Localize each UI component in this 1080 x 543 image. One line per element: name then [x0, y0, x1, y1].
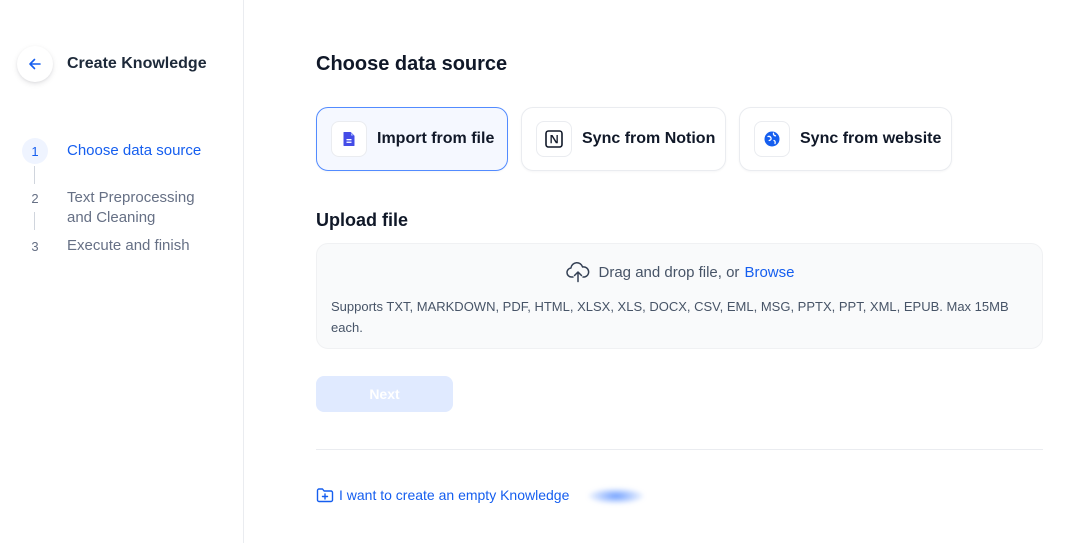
next-button[interactable]: Next — [316, 376, 453, 412]
step-text-preprocessing: 2 Text Preprocessing and Cleaning — [22, 185, 217, 228]
sidebar-title: Create Knowledge — [67, 55, 207, 72]
step-label: Text Preprocessing and Cleaning — [67, 189, 195, 226]
source-label: Sync from website — [800, 130, 942, 147]
step-execute-finish: 3 Execute and finish — [22, 233, 217, 259]
supported-formats-text: Supports TXT, MARKDOWN, PDF, HTML, XLSX,… — [331, 299, 1009, 335]
cloud-upload-icon — [565, 262, 589, 283]
arrow-left-icon — [29, 58, 41, 70]
page-title: Choose data source — [316, 53, 508, 75]
step-choose-data-source: 1 Choose data source — [22, 138, 201, 164]
step-label: Choose data source — [67, 142, 202, 159]
file-dropzone[interactable]: Drag and drop file, or Browse Supports T… — [316, 243, 1043, 349]
browse-link[interactable]: Browse — [744, 264, 794, 281]
cursor-highlight — [588, 488, 644, 504]
folder-plus-icon — [316, 488, 334, 503]
empty-knowledge-label: I want to create an empty Knowledge — [339, 487, 570, 503]
source-sync-website[interactable]: Sync from website — [739, 107, 952, 171]
sidebar: Create Knowledge 1 Choose data source 2 … — [0, 0, 244, 543]
notion-icon — [536, 121, 572, 157]
source-import-file[interactable]: Import from file — [316, 107, 508, 171]
step-connector — [34, 166, 35, 184]
source-sync-notion[interactable]: Sync from Notion — [521, 107, 726, 171]
create-empty-knowledge-link[interactable]: I want to create an empty Knowledge — [316, 487, 569, 503]
step-label: Execute and finish — [67, 237, 190, 254]
source-label: Sync from Notion — [582, 130, 716, 147]
file-icon — [331, 121, 367, 157]
step-number: 3 — [22, 233, 48, 259]
back-button[interactable] — [17, 46, 53, 82]
globe-icon — [754, 121, 790, 157]
upload-file-title: Upload file — [316, 210, 409, 230]
source-label: Import from file — [377, 130, 495, 147]
step-number: 1 — [22, 138, 48, 164]
divider — [316, 449, 1043, 450]
step-number: 2 — [22, 185, 48, 211]
drop-instructions: Drag and drop file, or Browse — [317, 261, 1042, 283]
drop-text: Drag and drop file, or — [598, 263, 740, 281]
